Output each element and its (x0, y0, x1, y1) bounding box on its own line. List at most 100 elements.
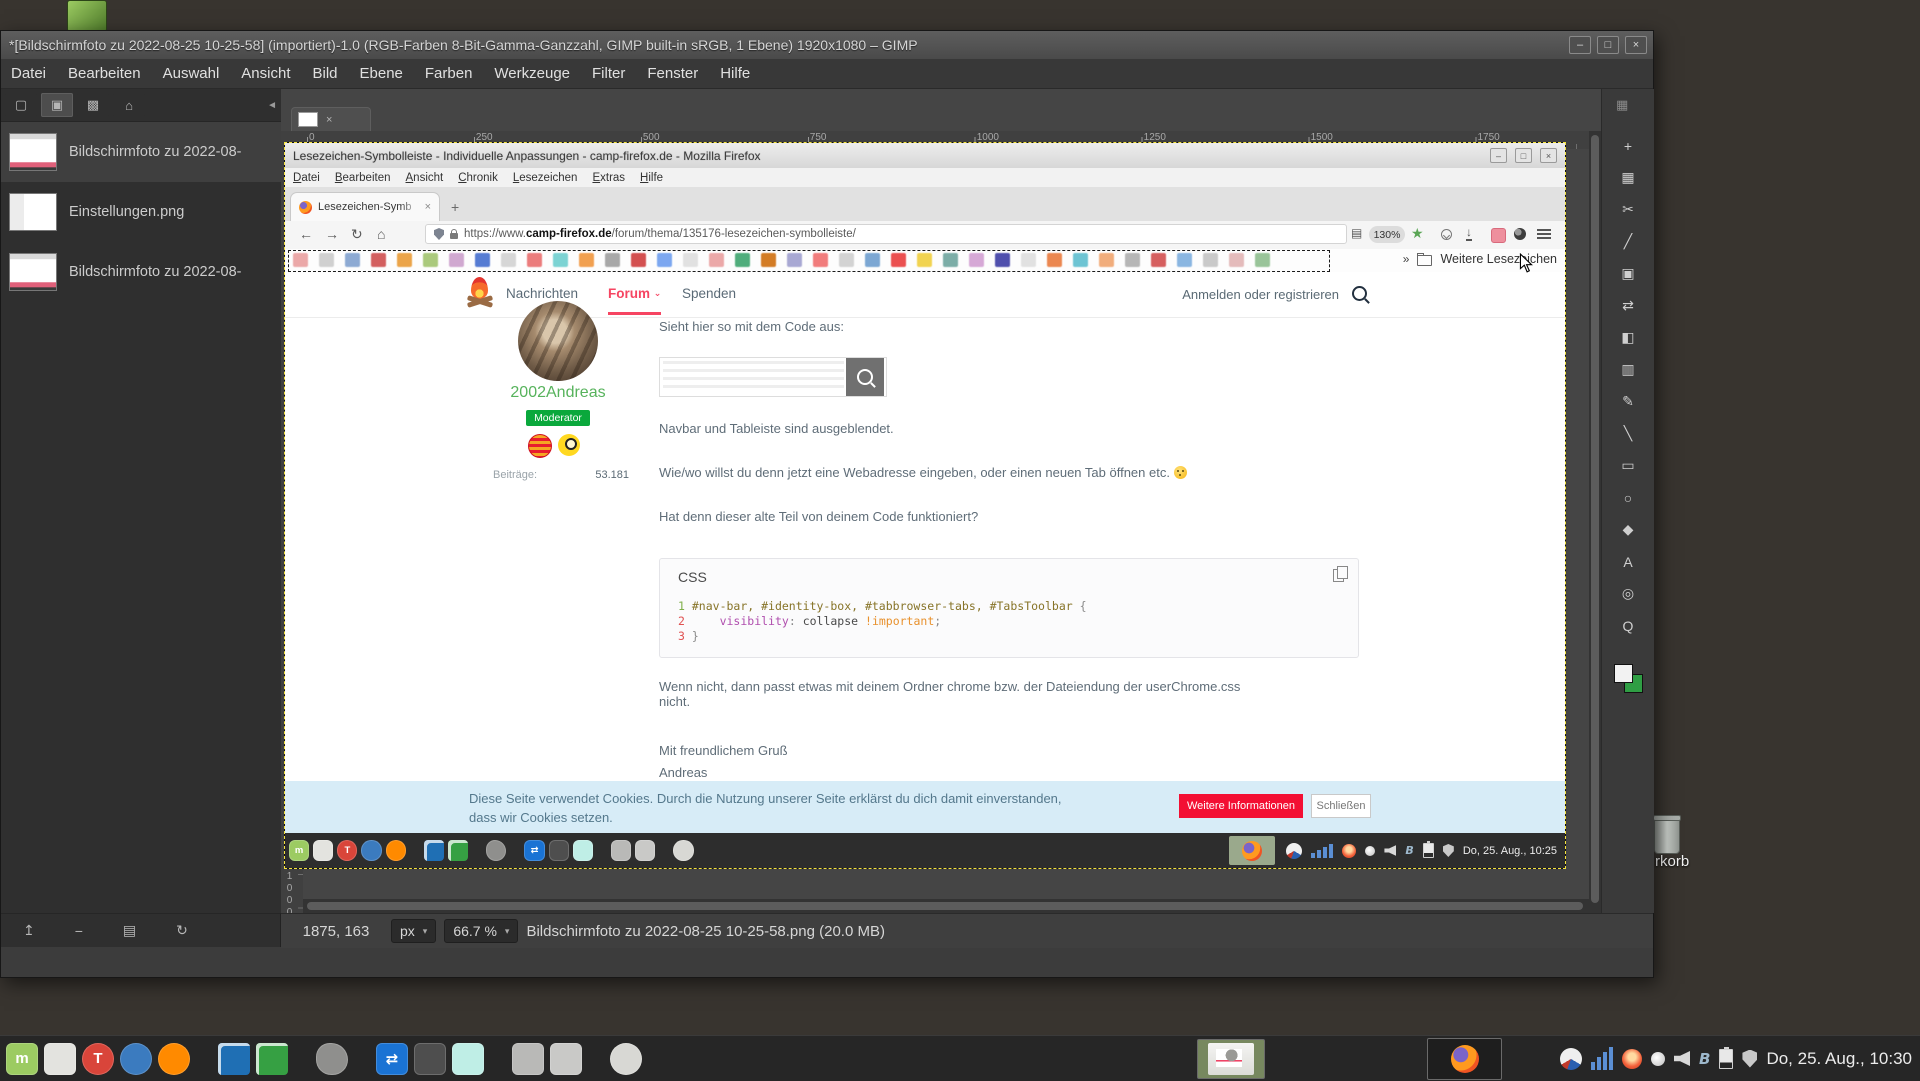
gimp-menu-auswahl[interactable]: Auswahl (163, 65, 220, 82)
screenshot-image-firefox-window[interactable]: Lesezeichen-Symbolleiste - Individuelle … (285, 143, 1565, 868)
dock-tab-images-icon[interactable]: ▣ (41, 93, 73, 117)
tray-app-icon[interactable] (1560, 1048, 1582, 1070)
gimp-toolbox: ▦ +▦✂╱▣⇄◧▥✎╲▭○◆A◎Q (1601, 89, 1654, 913)
gimp-bottom-strip: ↥−▤↻ 1875, 163 px▾ 66.7 %▾ Bildschirmfot… (1, 913, 1653, 947)
ruler-top-label-1750: 1750 (1478, 132, 1500, 143)
color-swatches[interactable] (1614, 664, 1644, 694)
refresh-icon[interactable]: ↻ (176, 922, 188, 939)
dock-tab-easel-icon[interactable]: ⌂ (113, 93, 145, 117)
dock-tab-document-icon[interactable]: ▢ (5, 93, 37, 117)
shot-taskbar-thunderbird-icon (361, 840, 381, 860)
tool-gradient-icon[interactable]: ▥ (1616, 359, 1640, 380)
remove-icon[interactable]: − (75, 923, 83, 939)
dock-collapse-icon[interactable]: ◄ (267, 100, 277, 111)
tool-flip-icon[interactable]: ⇄ (1616, 295, 1640, 316)
tool-measure-icon[interactable]: ╱ (1616, 231, 1640, 252)
raise-images-icon[interactable]: ↥ (23, 922, 35, 939)
taskbar-thunderbird-icon[interactable] (120, 1043, 152, 1075)
taskbar-screenshot-tool-icon[interactable] (550, 1043, 582, 1075)
firefox-window-button[interactable] (1427, 1038, 1502, 1080)
tool-airbrush-icon[interactable]: ○ (1616, 487, 1640, 508)
gimp-window-button[interactable] (1197, 1039, 1265, 1079)
taskbar-mint-menu-icon[interactable]: m (6, 1043, 38, 1075)
taskbar-notes-icon[interactable] (452, 1043, 484, 1075)
dock-image-item[interactable]: Bildschirmfoto zu 2022-08- (1, 122, 281, 182)
ff-menu-datei: Datei (293, 172, 320, 184)
shot-active-firefox-button (1229, 836, 1275, 865)
taskbar-teamviewer-icon[interactable]: ⇄ (376, 1043, 408, 1075)
dock-tab-selection-icon[interactable]: ▩ (77, 93, 109, 117)
tool-bucket-fill-icon[interactable]: ◧ (1616, 327, 1640, 348)
trash-icon[interactable] (1654, 818, 1680, 854)
login-link: Anmelden oder registrieren (1182, 287, 1339, 302)
image-tab-close-icon[interactable]: × (326, 114, 332, 126)
code-block: CSS 1 #nav-bar, #identity-box, #tabbrows… (659, 558, 1359, 658)
canvas-image-tab[interactable]: × (291, 107, 371, 131)
gimp-menu-filter[interactable]: Filter (592, 65, 625, 82)
tool-paintbrush-icon[interactable]: ╲ (1616, 423, 1640, 444)
shot-clock: Do, 25. Aug., 10:25 (1463, 845, 1557, 857)
gimp-titlebar[interactable]: *[Bildschirmfoto zu 2022-08-25 10-25-58]… (1, 31, 1653, 60)
taskbar-xsane-scanner-icon[interactable] (414, 1043, 446, 1075)
tool-eraser-icon[interactable]: ▭ (1616, 455, 1640, 476)
maximize-button[interactable]: □ (1597, 36, 1619, 54)
zoom-dropdown[interactable]: 66.7 %▾ (444, 919, 518, 943)
gimp-menu-hilfe[interactable]: Hilfe (720, 65, 750, 82)
gimp-selection-marching-ants (288, 250, 1330, 272)
bookmark-star-icon: ★ (1411, 225, 1424, 242)
taskbar-libreoffice-calc-icon[interactable] (256, 1043, 288, 1075)
tool-color-picker-icon[interactable]: ◎ (1616, 583, 1640, 604)
shield-icon[interactable] (1742, 1050, 1757, 1068)
minimize-button[interactable]: – (1569, 36, 1591, 54)
reload-icon: ↻ (351, 226, 363, 243)
gimp-menu-bild[interactable]: Bild (313, 65, 338, 82)
close-button[interactable]: × (1625, 36, 1647, 54)
shot-taskbar-xsane-scanner-icon (549, 840, 569, 860)
tool-ink-icon[interactable]: ◆ (1616, 519, 1640, 540)
network-signal-icon[interactable] (1591, 1047, 1613, 1070)
shield-icon (1443, 844, 1454, 857)
ruler-top-label-250: 250 (476, 132, 493, 143)
taskbar-printer-icon[interactable] (512, 1043, 544, 1075)
shot-system-tray: B Do, 25. Aug., 10:25 (1286, 833, 1557, 868)
horizontal-scrollbar[interactable] (303, 899, 1589, 913)
taskbar-settings-daemon-icon[interactable] (610, 1043, 642, 1075)
unit-dropdown[interactable]: px▾ (391, 919, 436, 943)
dock-tab-strip: ▢ ▣ ▩ ⌂ ◄ (1, 89, 281, 122)
dock-image-item[interactable]: Bildschirmfoto zu 2022-08- (1, 242, 281, 302)
taskbar-app-red-icon[interactable]: T (82, 1043, 114, 1075)
print-icon[interactable]: ▤ (123, 922, 136, 939)
url-bar: https://www.camp-firefox.de/forum/thema/… (425, 224, 1347, 244)
tool-move-icon[interactable]: + (1616, 135, 1640, 156)
bluetooth-icon[interactable]: B (1699, 1050, 1710, 1068)
tool-pencil-icon[interactable]: ✎ (1616, 391, 1640, 412)
tool-text-icon[interactable]: A (1616, 551, 1640, 572)
gimp-menu-datei[interactable]: Datei (11, 65, 46, 82)
taskbar-gimp-icon[interactable] (316, 1043, 348, 1075)
foreground-color-swatch[interactable] (1614, 664, 1633, 683)
gimp-menu-ebene[interactable]: Ebene (360, 65, 403, 82)
tool-scissors-select-icon[interactable]: ✂ (1616, 199, 1640, 220)
taskbar-libreoffice-writer-icon[interactable] (218, 1043, 250, 1075)
reader-mode-icon: ▤ (1351, 226, 1362, 240)
gimp-menu-ansicht[interactable]: Ansicht (241, 65, 290, 82)
gimp-menu-farben[interactable]: Farben (425, 65, 473, 82)
gimp-menu-fenster[interactable]: Fenster (647, 65, 698, 82)
back-icon: ← (299, 226, 313, 242)
taskbar-firefox-icon[interactable] (158, 1043, 190, 1075)
gimp-menu-werkzeuge[interactable]: Werkzeuge (494, 65, 570, 82)
dock-image-item[interactable]: Einstellungen.png (1, 182, 281, 242)
tool-zoom-icon[interactable]: Q (1616, 615, 1640, 636)
tool-crop-icon[interactable]: ▣ (1616, 263, 1640, 284)
cookie-info-button: Weitere Informationen (1179, 794, 1303, 818)
volume-icon[interactable] (1674, 1051, 1690, 1066)
tool-alignment-icon[interactable]: ▦ (1616, 167, 1640, 188)
redshift-icon[interactable] (1622, 1049, 1642, 1069)
gimp-menu-bearbeiten[interactable]: Bearbeiten (68, 65, 141, 82)
lock-icon (450, 233, 458, 239)
tray-dot-icon[interactable] (1651, 1052, 1665, 1066)
vertical-scrollbar[interactable] (1589, 131, 1601, 913)
battery-icon[interactable] (1719, 1049, 1733, 1069)
image-thumbnail (9, 133, 57, 171)
taskbar-show-desktop-icon[interactable] (44, 1043, 76, 1075)
